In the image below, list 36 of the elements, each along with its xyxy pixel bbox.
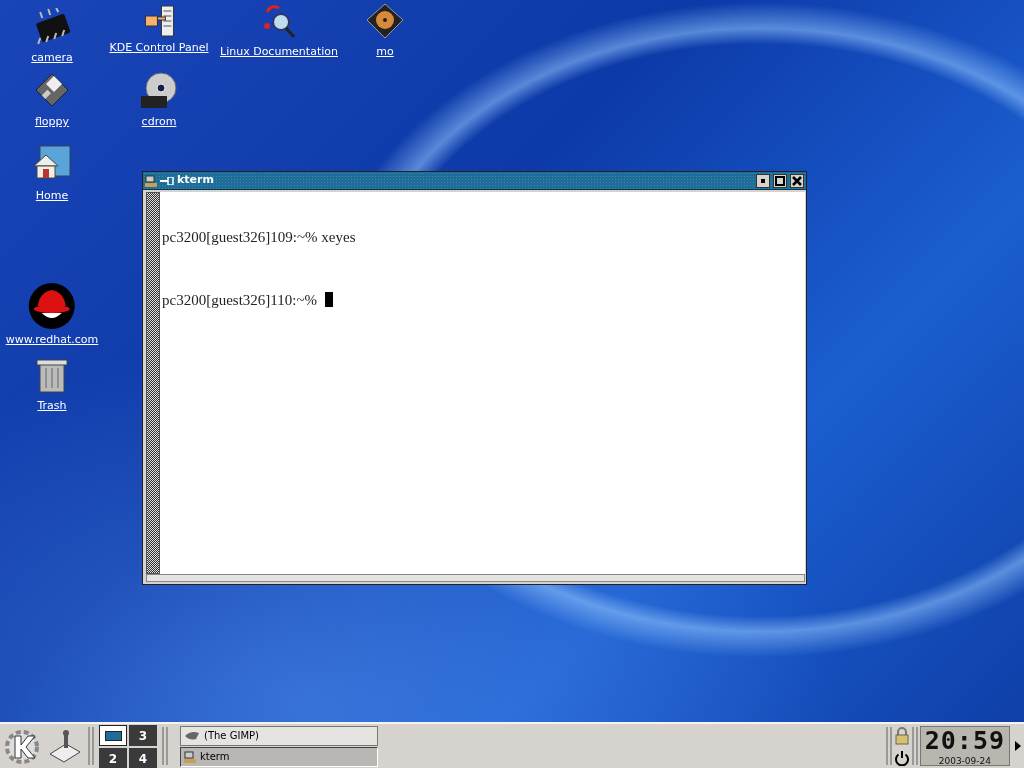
power-icon[interactable] — [893, 749, 910, 766]
desktop-pager-button[interactable] — [99, 725, 127, 746]
window-title: kterm — [177, 172, 214, 189]
clock-time: 20:59 — [924, 727, 1005, 755]
k-menu-icon[interactable] — [2, 727, 42, 767]
expand-arrow-icon[interactable] — [1014, 741, 1022, 751]
clock-date: 2003-09-24 — [938, 755, 991, 768]
terminal-line: pc3200[guest326]109:~% xeyes — [162, 229, 356, 245]
hat-logo-icon[interactable] — [28, 282, 76, 330]
mini-window — [104, 730, 122, 741]
desktop-icon-label[interactable]: floppy — [34, 114, 70, 131]
taskbar-button[interactable]: kterm — [180, 746, 378, 767]
maximize-button[interactable] — [773, 173, 787, 188]
desktop-pager-button[interactable]: 4 — [129, 748, 157, 768]
desktop-icon-label[interactable]: KDE Control Panel — [109, 40, 209, 57]
desktop-pager-button[interactable]: 2 — [99, 748, 127, 768]
pin-icon[interactable] — [160, 176, 174, 185]
desktop-pager-button[interactable]: 3 — [129, 725, 157, 746]
close-button[interactable] — [790, 173, 804, 188]
terminal-icon[interactable] — [145, 174, 157, 187]
close-icon — [791, 174, 803, 187]
terminal-line: pc3200[guest326]110:~% — [162, 292, 318, 308]
taskbar-button[interactable]: (The GIMP) — [180, 725, 378, 746]
horizontal-scrollbar[interactable] — [146, 574, 805, 582]
desktop-icon-label[interactable]: cdrom — [141, 114, 177, 131]
terminal-icon — [184, 750, 196, 763]
desktop-icon-label[interactable]: Linux Documentation — [220, 44, 338, 61]
square-icon — [774, 174, 786, 187]
desktop-icon-label[interactable]: camera — [31, 50, 73, 67]
desktop-icon-label[interactable]: Trash — [37, 398, 67, 415]
text-cursor — [325, 292, 334, 307]
desktop-icon-label[interactable]: Home — [35, 188, 69, 205]
desktop-icon-label[interactable]: mo — [376, 44, 394, 61]
desktop-icon-label[interactable]: www.redhat.com — [5, 332, 99, 349]
minimize-button[interactable] — [756, 173, 770, 188]
scrollbar[interactable] — [146, 192, 160, 574]
